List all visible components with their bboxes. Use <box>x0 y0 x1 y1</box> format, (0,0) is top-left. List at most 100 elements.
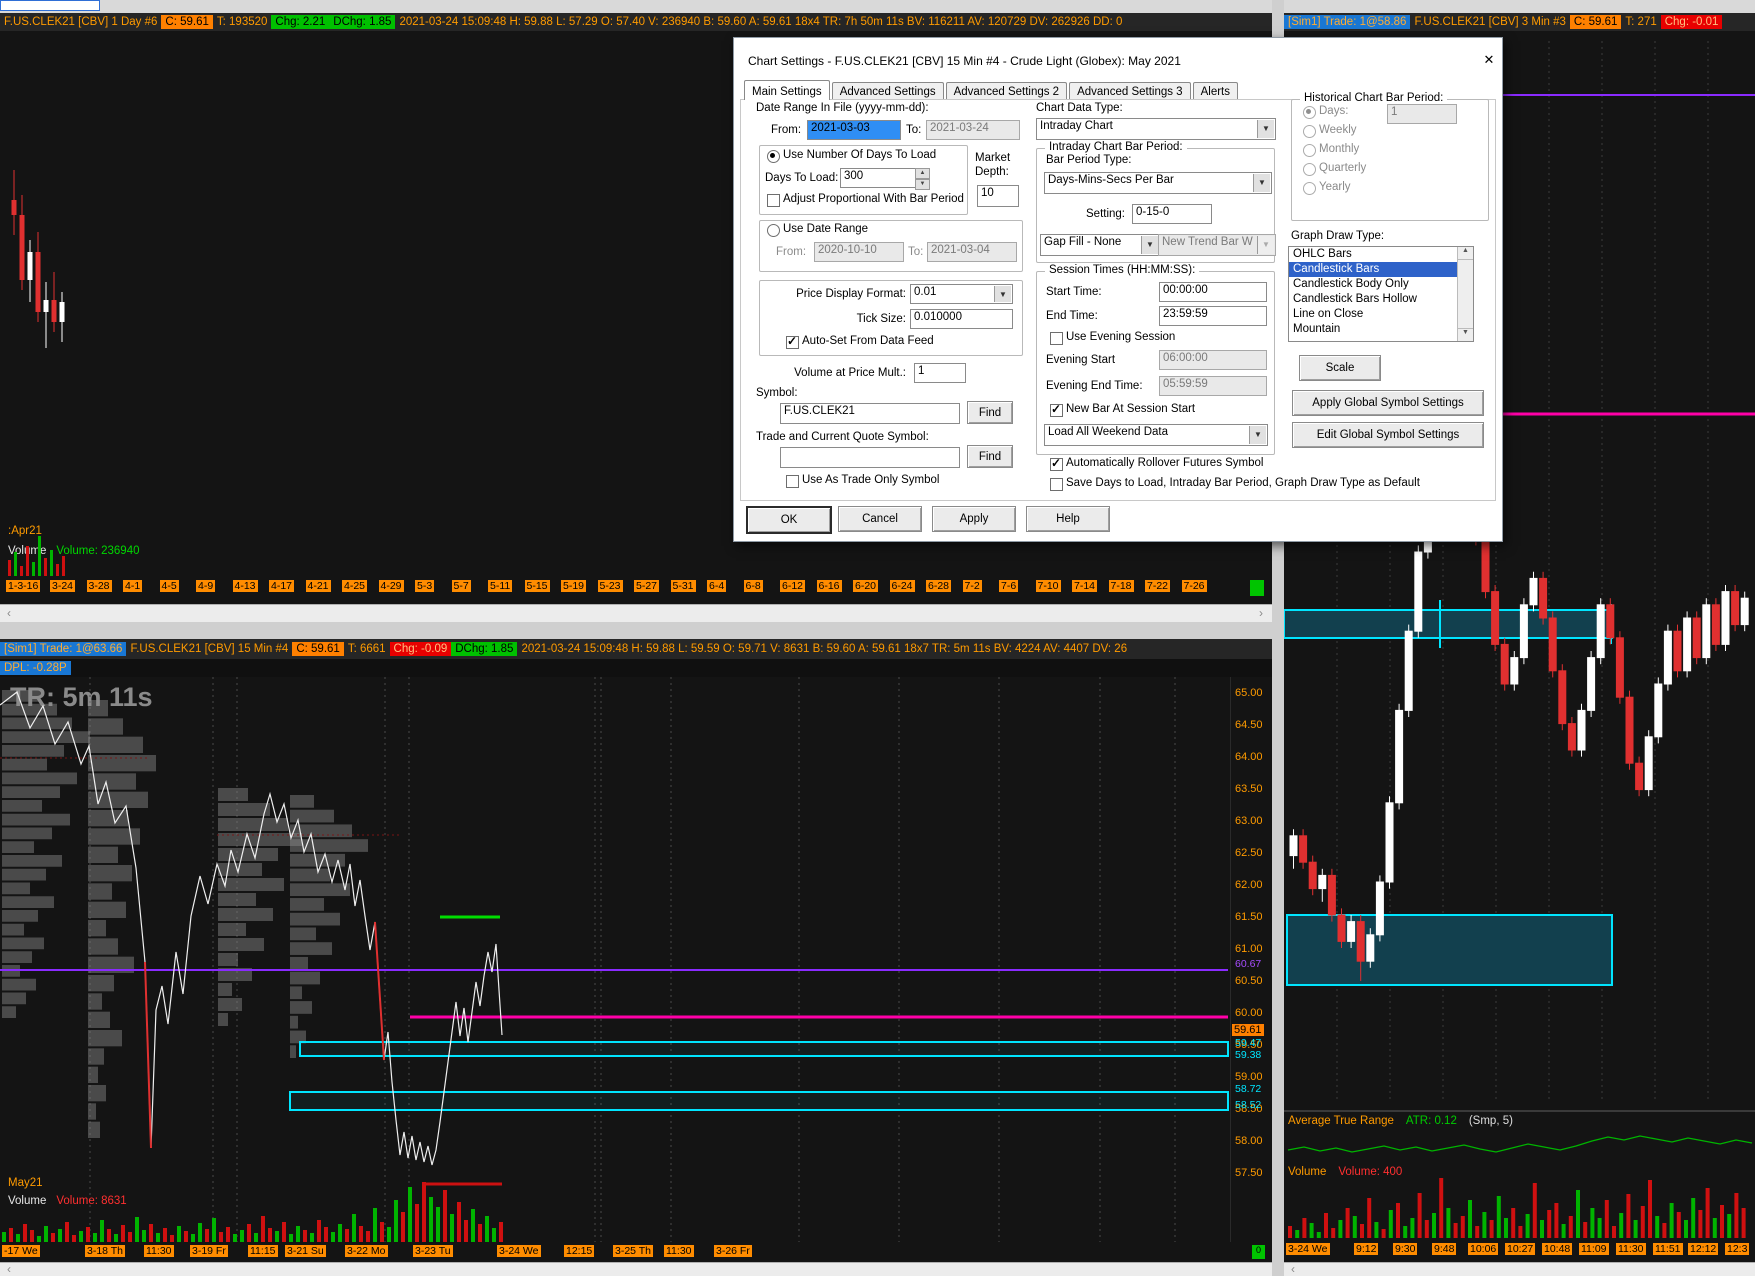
time-label: 11:30 <box>144 1245 174 1257</box>
right-volume-bars <box>1288 1178 1746 1238</box>
daily-volume-bars <box>8 536 65 576</box>
chevron-down-icon[interactable]: ▼ <box>1249 426 1266 444</box>
close-icon[interactable]: ✕ <box>1479 50 1499 70</box>
auto-set-label: Auto-Set From Data Feed <box>802 335 934 347</box>
historical-days-field[interactable]: 1 <box>1387 104 1457 124</box>
help-button[interactable]: Help <box>1026 506 1110 532</box>
days-to-load-field[interactable]: 300 <box>840 168 920 188</box>
adjust-proportional-checkbox[interactable] <box>767 194 780 207</box>
graph-draw-type-list[interactable]: ▲ ▼ OHLC Bars Candlestick Bars Candlestick … <box>1288 246 1474 342</box>
graph-draw-option[interactable]: Candlestick Body Only <box>1289 277 1462 292</box>
date-label: 7-10 <box>1035 580 1061 592</box>
historical-radio-days[interactable] <box>1303 106 1316 119</box>
chart2-plot-area[interactable]: TR: 5m 11s May21 Volume Volume: 8631 <box>0 677 1230 1242</box>
horizontal-panel-divider[interactable] <box>0 622 1272 639</box>
window-corner-edit-box[interactable] <box>0 0 100 11</box>
new-bar-session-checkbox[interactable] <box>1050 402 1063 417</box>
range-from-label: From: <box>776 246 807 258</box>
end-time-field[interactable]: 23:59:59 <box>1159 306 1267 326</box>
tab-advanced-settings-2[interactable]: Advanced Settings 2 <box>945 82 1068 100</box>
time-label: 9:30 <box>1393 1243 1418 1255</box>
start-time-field[interactable]: 00:00:00 <box>1159 282 1267 302</box>
use-evening-checkbox[interactable] <box>1050 332 1063 345</box>
tab-main-settings[interactable]: Main Settings <box>744 80 830 100</box>
use-trade-only-checkbox[interactable] <box>786 475 799 488</box>
chart1-scrollbar[interactable]: ‹ › <box>0 604 1272 623</box>
graph-draw-option[interactable]: OHLC Bars <box>1289 247 1462 262</box>
evening-start-label: Evening Start <box>1046 354 1116 366</box>
price-display-format-combo[interactable]: 0.01 ▼ <box>910 284 1013 304</box>
historical-radio-quarterly[interactable] <box>1303 163 1316 176</box>
date-label: 5-3 <box>415 580 435 592</box>
chart3-volume-pane: Volume Volume: 400 <box>1284 1166 1755 1240</box>
scroll-down-icon[interactable]: ▼ <box>1458 328 1473 341</box>
range-from-field[interactable]: 2020-10-10 <box>814 242 904 262</box>
date-from-field[interactable]: 2021-03-03 <box>807 120 901 140</box>
chart1-date-axis: 1-3-16 3-24 3-28 4-1 4-5 4-9 4-13 4-17 4-21 4-25 4… <box>0 576 1272 604</box>
scroll-left-icon[interactable]: ‹ <box>2 606 16 620</box>
tab-advanced-settings-3[interactable]: Advanced Settings 3 <box>1069 82 1191 100</box>
edit-global-settings-button[interactable]: Edit Global Symbol Settings <box>1292 422 1484 448</box>
graph-draw-option[interactable]: Candlestick Bars Hollow <box>1289 292 1462 307</box>
ok-button[interactable]: OK <box>746 506 832 534</box>
historical-label: Monthly <box>1319 143 1360 155</box>
symbol-find-button[interactable]: Find <box>967 401 1013 424</box>
auto-set-checkbox[interactable] <box>786 334 799 349</box>
date-label: 6-24 <box>889 580 915 592</box>
volume-at-price-field[interactable]: 1 <box>914 363 966 383</box>
scroll-left-icon[interactable]: ‹ <box>1286 1262 1300 1276</box>
date-to-field[interactable]: 2021-03-24 <box>926 120 1020 140</box>
scroll-up-icon[interactable]: ▲ <box>1458 247 1473 260</box>
historical-radio-yearly[interactable] <box>1303 182 1316 195</box>
setting-field[interactable]: 0-15-0 <box>1132 204 1212 224</box>
evening-start-field[interactable]: 06:00:00 <box>1159 350 1267 370</box>
market-depth-field[interactable]: 10 <box>977 185 1019 207</box>
days-spinner[interactable]: ▲ ▼ <box>915 168 930 190</box>
chevron-down-icon[interactable]: ▼ <box>1257 120 1274 138</box>
gap-fill-combo[interactable]: Gap Fill - None ▼ <box>1040 234 1160 256</box>
graph-draw-option[interactable]: Candlestick Bars <box>1289 262 1462 277</box>
apply-button[interactable]: Apply <box>932 506 1016 532</box>
tab-advanced-settings[interactable]: Advanced Settings <box>831 82 944 100</box>
new-trend-bar-combo[interactable]: New Trend Bar W ▼ <box>1158 234 1276 256</box>
symbol-field[interactable]: F.US.CLEK21 <box>780 403 960 424</box>
chevron-down-icon[interactable]: ▼ <box>994 286 1011 302</box>
save-default-checkbox[interactable] <box>1050 478 1063 491</box>
use-date-range-radio[interactable] <box>767 224 780 237</box>
use-number-days-radio[interactable] <box>767 150 780 163</box>
historical-radio-monthly[interactable] <box>1303 144 1316 157</box>
scroll-right-icon[interactable]: › <box>1254 606 1268 620</box>
graph-draw-option[interactable]: Mountain <box>1289 322 1462 337</box>
date-label: 6-12 <box>780 580 806 592</box>
days-to-load-label: Days To Load: <box>765 172 839 184</box>
scale-button[interactable]: Scale <box>1299 355 1381 381</box>
chart3-scrollbar[interactable]: ‹ <box>1284 1262 1755 1276</box>
chevron-down-icon[interactable]: ▼ <box>1141 236 1158 254</box>
chart-data-type-combo[interactable]: Intraday Chart ▼ <box>1036 118 1276 140</box>
apply-global-settings-button[interactable]: Apply Global Symbol Settings <box>1292 390 1484 416</box>
historical-radio-weekly[interactable] <box>1303 125 1316 138</box>
trade-symbol-find-button[interactable]: Find <box>967 445 1013 468</box>
tab-alerts[interactable]: Alerts <box>1192 82 1238 100</box>
weekend-data-combo[interactable]: Load All Weekend Data ▼ <box>1044 424 1268 446</box>
time-label: 3-19 Fr <box>190 1245 228 1257</box>
list-scrollbar[interactable]: ▲ ▼ <box>1457 247 1473 341</box>
graph-draw-option[interactable]: Line on Close <box>1289 307 1462 322</box>
date-label: 3-24 <box>50 580 76 592</box>
rollover-checkbox[interactable] <box>1050 456 1063 471</box>
chart3-atr-pane: Average True Range ATR: 0.12 (Smp, 5) <box>1284 1112 1755 1166</box>
time-label: 3-22 Mo <box>345 1245 388 1257</box>
scroll-left-icon[interactable]: ‹ <box>2 1262 16 1276</box>
tick-size-field[interactable]: 0.010000 <box>910 309 1013 329</box>
chevron-down-icon[interactable]: ▼ <box>1253 174 1270 192</box>
time-label: 3-21 Su <box>285 1245 326 1257</box>
header-segment: F.US.CLEK21 [CBV] 15 Min #4 <box>130 643 289 655</box>
bar-period-type-combo[interactable]: Days-Mins-Secs Per Bar ▼ <box>1044 172 1272 194</box>
date-label: 6-20 <box>853 580 879 592</box>
cancel-button[interactable]: Cancel <box>838 506 922 532</box>
chart2-scrollbar[interactable]: ‹ <box>0 1262 1272 1276</box>
header-segment: T: 6661 <box>347 643 386 655</box>
evening-end-field[interactable]: 05:59:59 <box>1159 376 1267 396</box>
trade-symbol-field[interactable] <box>780 447 960 468</box>
range-to-field[interactable]: 2021-03-04 <box>927 242 1017 262</box>
